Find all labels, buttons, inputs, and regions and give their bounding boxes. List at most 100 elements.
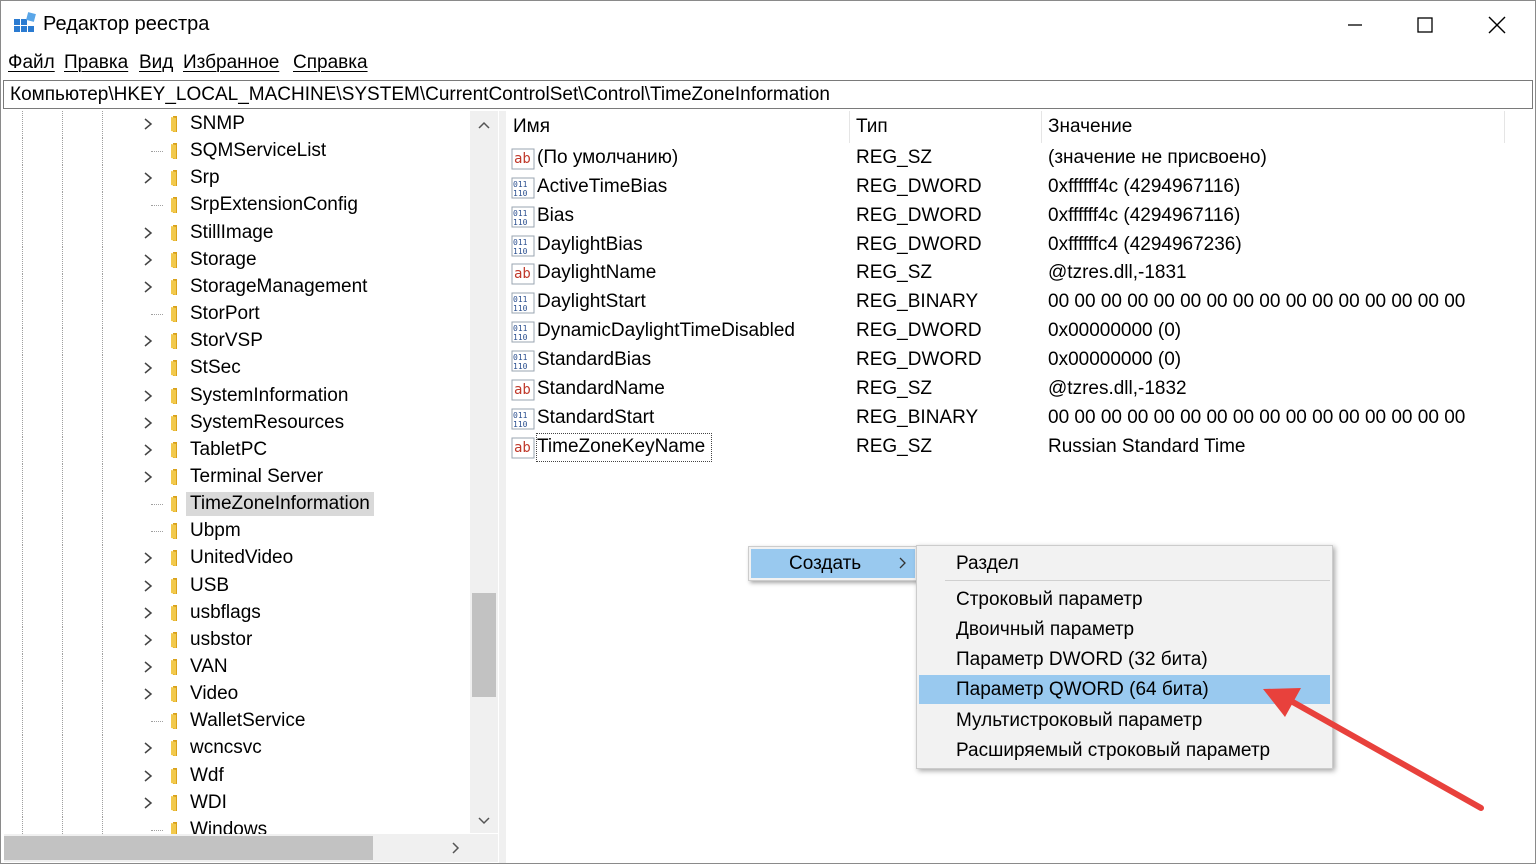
expand-chevron-icon[interactable] <box>142 360 154 376</box>
tree-horizontal-scroll-thumb[interactable] <box>4 836 373 860</box>
expand-chevron-icon[interactable] <box>142 225 154 241</box>
tree-item[interactable]: Wdf <box>4 763 474 790</box>
menu-favorites[interactable]: Избранное <box>183 52 279 74</box>
value-name: StandardStart <box>537 407 655 428</box>
expand-chevron-icon[interactable] <box>142 550 154 566</box>
value-row[interactable]: 110 011 StandardBias REG_DWORD 0x00000000 (0… <box>507 346 1507 375</box>
tree-item[interactable]: StillImage <box>4 220 474 247</box>
tree-item[interactable]: StSec <box>4 355 474 382</box>
tree-item[interactable]: StorageManagement <box>4 274 474 301</box>
tree-vertical-scrollbar[interactable] <box>470 111 498 833</box>
value-row[interactable]: ab StandardName REG_SZ @tzres.dll,-1832 <box>507 375 1507 404</box>
tree-item[interactable]: Terminal Server <box>4 464 474 491</box>
expand-chevron-icon[interactable] <box>142 252 154 268</box>
value-row[interactable]: 110 011 StandardStart REG_BINARY 00 00 00 00… <box>507 404 1507 433</box>
tree-item[interactable]: usbflags <box>4 600 474 627</box>
tree-vertical-scroll-thumb[interactable] <box>472 593 496 697</box>
tree-item[interactable]: VAN <box>4 654 474 681</box>
column-header-name[interactable]: Имя <box>513 116 550 138</box>
column-header-data[interactable]: Значение <box>1048 116 1132 138</box>
tree-item[interactable]: Srp <box>4 165 474 192</box>
expand-chevron-icon[interactable] <box>142 632 154 648</box>
tree-item[interactable]: WDI <box>4 790 474 817</box>
expand-chevron-icon[interactable] <box>142 659 154 675</box>
tree-item[interactable]: TimeZoneInformation <box>4 491 474 518</box>
menu-item-expandable-string-value[interactable]: Расширяемый строковый параметр <box>919 736 1330 765</box>
tree-item[interactable]: StorPort <box>4 301 474 328</box>
tree-item[interactable]: StorVSP <box>4 328 474 355</box>
tree-item[interactable]: SystemInformation <box>4 383 474 410</box>
column-divider[interactable] <box>849 111 850 143</box>
tree-connector-line <box>151 205 163 206</box>
value-row[interactable]: 110 011 DaylightStart REG_BINARY 00 00 00 00… <box>507 288 1507 317</box>
tree-item[interactable]: SystemResources <box>4 410 474 437</box>
column-divider[interactable] <box>1504 111 1505 143</box>
value-row[interactable]: ab TimeZoneKeyName REG_SZ Russian Standard … <box>507 433 1507 462</box>
expand-chevron-icon[interactable] <box>142 116 154 132</box>
string-value-icon: ab <box>511 263 535 285</box>
value-row[interactable]: 110 011 Bias REG_DWORD 0xffffff4c (429496711… <box>507 202 1507 231</box>
expand-chevron-icon[interactable] <box>142 605 154 621</box>
menu-item-string-value[interactable]: Строковый параметр <box>919 585 1330 614</box>
address-bar[interactable]: Компьютер\HKEY_LOCAL_MACHINE\SYSTEM\Curr… <box>3 80 1533 109</box>
menu-item-dword-value[interactable]: Параметр DWORD (32 бита) <box>919 645 1330 674</box>
menu-item-key[interactable]: Раздел <box>919 549 1330 578</box>
close-button[interactable] <box>1461 1 1533 49</box>
value-row[interactable]: 110 011 ActiveTimeBias REG_DWORD 0xffffff4c … <box>507 173 1507 202</box>
tree-item-label: StillImage <box>190 222 274 243</box>
tree-item[interactable]: Video <box>4 681 474 708</box>
tree-item[interactable]: Storage <box>4 247 474 274</box>
scroll-down-button[interactable] <box>470 807 498 835</box>
scroll-up-button[interactable] <box>470 111 498 139</box>
tree-horizontal-scrollbar[interactable] <box>4 834 470 862</box>
tree-item[interactable]: USB <box>4 573 474 600</box>
value-row[interactable]: ab DaylightName REG_SZ @tzres.dll,-1831 <box>507 259 1507 288</box>
menu-file[interactable]: Файл <box>8 52 55 74</box>
column-divider[interactable] <box>1041 111 1042 143</box>
pane-splitter[interactable] <box>499 111 506 863</box>
expand-chevron-icon[interactable] <box>142 578 154 594</box>
expand-chevron-icon[interactable] <box>142 170 154 186</box>
tree-item[interactable]: usbstor <box>4 627 474 654</box>
value-name: ActiveTimeBias <box>537 176 668 197</box>
tree-item[interactable]: SrpExtensionConfig <box>4 192 474 219</box>
menu-item-multistring-value[interactable]: Мультистроковый параметр <box>919 706 1330 735</box>
menu-help[interactable]: Справка <box>293 52 368 74</box>
menu-edit[interactable]: Правка <box>64 52 128 74</box>
tree-item-label: StSec <box>190 357 241 378</box>
svg-text:110: 110 <box>513 304 528 313</box>
expand-chevron-icon[interactable] <box>142 415 154 431</box>
expand-chevron-icon[interactable] <box>142 469 154 485</box>
expand-chevron-icon[interactable] <box>142 686 154 702</box>
expand-chevron-icon[interactable] <box>142 442 154 458</box>
tree-guide-line <box>62 600 63 627</box>
expand-chevron-icon[interactable] <box>142 795 154 811</box>
value-row[interactable]: 110 011 DynamicDaylightTimeDisabled REG_DWO… <box>507 317 1507 346</box>
menu-item-qword-value[interactable]: Параметр QWORD (64 бита) <box>919 675 1330 704</box>
menu-item-binary-value[interactable]: Двоичный параметр <box>919 615 1330 644</box>
scroll-right-button[interactable] <box>442 834 470 862</box>
column-header-type[interactable]: Тип <box>856 116 888 138</box>
menu-view[interactable]: Вид <box>139 52 173 74</box>
close-icon <box>1488 16 1506 34</box>
tree-item[interactable]: wcncsvc <box>4 735 474 762</box>
tree-item[interactable]: Ubpm <box>4 518 474 545</box>
registry-tree[interactable]: SNMP SQMServiceList Srp SrpExtensionConfig S… <box>4 111 498 861</box>
expand-chevron-icon[interactable] <box>142 279 154 295</box>
tree-item[interactable]: UnitedVideo <box>4 545 474 572</box>
tree-guide-line <box>22 627 23 654</box>
menu-item-label: Двоичный параметр <box>956 619 1135 640</box>
expand-chevron-icon[interactable] <box>142 388 154 404</box>
expand-chevron-icon[interactable] <box>142 740 154 756</box>
menu-item-create[interactable]: Создать <box>751 549 915 578</box>
maximize-button[interactable] <box>1389 1 1461 49</box>
tree-item[interactable]: SNMP <box>4 111 474 138</box>
expand-chevron-icon[interactable] <box>142 333 154 349</box>
minimize-button[interactable] <box>1319 1 1391 49</box>
value-row[interactable]: 110 011 DaylightBias REG_DWORD 0xffffffc4 (4… <box>507 231 1507 260</box>
tree-item[interactable]: WalletService <box>4 708 474 735</box>
expand-chevron-icon[interactable] <box>142 768 154 784</box>
value-row[interactable]: ab (По умолчанию) REG_SZ (значение не присв… <box>507 144 1507 173</box>
tree-item[interactable]: SQMServiceList <box>4 138 474 165</box>
tree-item[interactable]: TabletPC <box>4 437 474 464</box>
